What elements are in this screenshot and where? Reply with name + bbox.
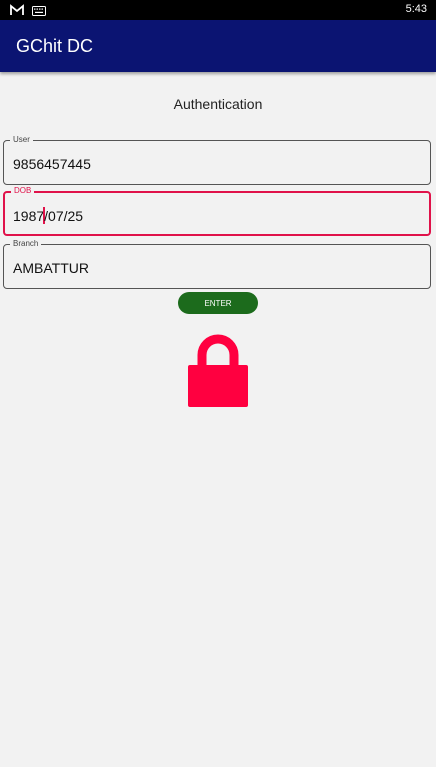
app-title: GChit DC bbox=[16, 36, 94, 56]
user-field[interactable]: User 9856457445 bbox=[3, 134, 431, 185]
branch-field-label: Branch bbox=[10, 238, 42, 250]
page-heading: Authentication bbox=[173, 96, 263, 112]
branch-field[interactable]: Branch AMBATTUR bbox=[3, 238, 431, 289]
status-bar: 5:43 bbox=[0, 0, 436, 20]
dob-field-label: DOB bbox=[11, 185, 35, 197]
user-field-label: User bbox=[10, 134, 33, 146]
dob-field[interactable]: DOB 1987/07/25 bbox=[3, 185, 431, 236]
dob-value-part-1: 1987 bbox=[13, 208, 45, 224]
dob-field-value[interactable]: 1987/07/25 bbox=[13, 207, 83, 224]
user-field-value[interactable]: 9856457445 bbox=[13, 156, 91, 172]
app-bar: GChit DC bbox=[0, 20, 436, 72]
branch-field-value[interactable]: AMBATTUR bbox=[13, 260, 89, 276]
enter-button[interactable]: ENTER bbox=[178, 292, 258, 314]
lock-icon bbox=[187, 333, 249, 408]
dob-value-part-2: /07/25 bbox=[44, 208, 84, 224]
keyboard-icon bbox=[32, 3, 46, 21]
status-time: 5:43 bbox=[405, 3, 427, 15]
status-icons bbox=[10, 3, 46, 21]
gmail-icon bbox=[10, 3, 24, 21]
